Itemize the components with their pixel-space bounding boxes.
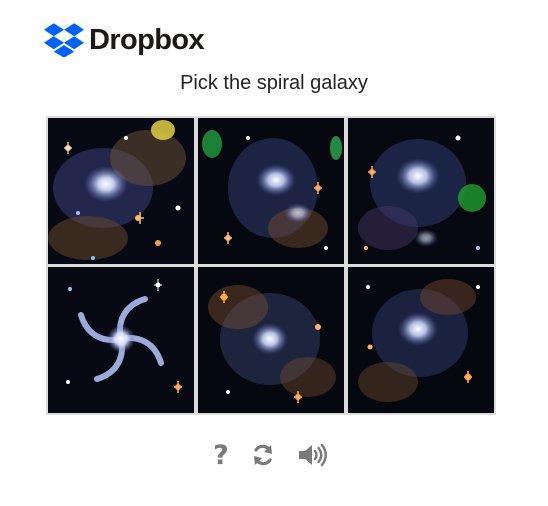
help-button[interactable]: ? (204, 438, 238, 472)
image-grid (46, 116, 496, 415)
image-tile-3[interactable] (348, 118, 494, 264)
galaxy-image-icon (198, 267, 344, 413)
image-tile-2[interactable] (198, 118, 344, 264)
audio-button[interactable] (296, 438, 330, 472)
help-icon: ? (213, 439, 229, 471)
challenge-prompt: Pick the spiral galaxy (180, 72, 368, 94)
dropbox-logo: Dropbox (44, 22, 205, 58)
audio-icon (299, 443, 327, 467)
galaxy-image-icon (198, 118, 344, 264)
refresh-icon (254, 444, 272, 466)
refresh-button[interactable] (246, 438, 280, 472)
image-tile-6[interactable] (348, 267, 494, 413)
brand-name: Dropbox (89, 24, 205, 56)
galaxy-image-icon (48, 118, 194, 264)
galaxy-image-icon (348, 118, 494, 264)
image-tile-5[interactable] (198, 267, 344, 413)
galaxy-image-icon (348, 267, 494, 413)
image-tile-1[interactable] (48, 118, 194, 264)
image-tile-4[interactable] (48, 267, 194, 413)
galaxy-image-icon (48, 267, 194, 413)
dropbox-box-icon (44, 23, 84, 57)
challenge-controls: ? (0, 438, 548, 472)
